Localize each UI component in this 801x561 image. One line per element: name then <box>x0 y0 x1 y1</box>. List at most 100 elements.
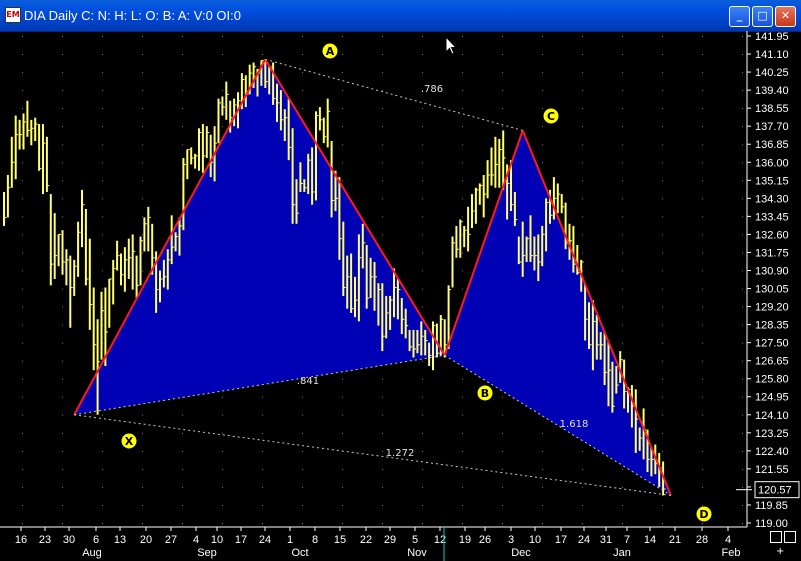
chart-scroll-left-button[interactable] <box>770 531 782 543</box>
pattern-point-label: D <box>699 508 708 521</box>
grid-dot <box>62 523 63 524</box>
date-axis-month-label: Feb <box>722 547 741 559</box>
grid-dot <box>222 396 223 398</box>
grid-dot <box>662 396 663 398</box>
grid-dot <box>702 234 703 236</box>
grid-dot <box>142 180 143 182</box>
ratio-line-ac <box>265 58 523 131</box>
chart-scroll-right-button[interactable] <box>784 531 796 543</box>
price-axis-label: 139.40 <box>755 85 789 97</box>
grid-dot <box>462 180 463 182</box>
grid-dot <box>702 216 703 218</box>
grid-dot <box>62 90 63 92</box>
grid-dot <box>742 468 743 470</box>
grid-dot <box>502 72 503 74</box>
grid-dot <box>142 450 143 452</box>
grid-dot <box>342 72 343 74</box>
grid-dot <box>462 216 463 218</box>
grid-dot <box>142 108 143 110</box>
grid-dot <box>662 270 663 272</box>
grid-dot <box>542 108 543 110</box>
grid-dot <box>742 54 743 56</box>
grid-dot <box>742 288 743 290</box>
ratio-label: .786 <box>421 84 443 95</box>
zoom-in-icon[interactable]: + <box>776 546 784 557</box>
grid-dot <box>662 216 663 218</box>
grid-dot <box>542 432 543 434</box>
grid-dot <box>502 486 503 488</box>
price-axis-label: 122.40 <box>755 446 789 458</box>
price-axis-label: 136.85 <box>755 139 789 151</box>
price-axis-label: 132.60 <box>755 229 789 241</box>
grid-dot <box>102 486 103 488</box>
maximize-button[interactable]: □ <box>752 6 773 27</box>
price-axis-label: 119.85 <box>755 500 788 512</box>
grid-dot <box>142 90 143 92</box>
date-axis-day-label: 8 <box>312 534 318 546</box>
grid-dot <box>622 144 623 146</box>
grid-dot <box>702 414 703 416</box>
grid-dot <box>422 468 423 470</box>
grid-dot <box>182 504 183 506</box>
grid-dot <box>462 432 463 434</box>
grid-dot <box>102 252 103 254</box>
grid-dot <box>382 216 383 218</box>
close-button[interactable]: ✕ <box>775 6 796 27</box>
price-chart[interactable]: .786 .841 1.618 1.272 X A B C D 141.95 141.10 140.2… <box>0 31 801 561</box>
title-bar[interactable]: EM DIA Daily C: N: H: L: O: B: A: V:0 OI… <box>0 0 801 32</box>
grid-dot <box>662 450 663 452</box>
grid-dot <box>662 288 663 290</box>
grid-dot <box>422 126 423 128</box>
grid-dot <box>262 486 263 488</box>
grid-dot <box>742 396 743 398</box>
grid-dot <box>382 432 383 434</box>
grid-dot <box>542 36 543 37</box>
grid-dot <box>742 36 743 37</box>
grid-dot <box>502 36 503 37</box>
grid-dot <box>462 54 463 56</box>
grid-dot <box>662 234 663 236</box>
date-axis-day-label: 21 <box>669 534 681 546</box>
price-axis-label: 137.70 <box>755 121 789 133</box>
grid-dot <box>62 342 63 344</box>
grid-dot <box>22 90 23 92</box>
grid-dot <box>22 523 23 524</box>
grid-dot <box>422 486 423 488</box>
grid-dot <box>302 523 303 524</box>
chart-app-icon[interactable]: EM <box>5 7 21 23</box>
date-axis-day-label: 20 <box>140 534 152 546</box>
grid-dot <box>542 468 543 470</box>
date-axis-day-label: 3 <box>508 534 514 546</box>
ratio-label: .841 <box>297 376 319 387</box>
grid-dot <box>462 36 463 37</box>
grid-dot <box>102 198 103 200</box>
date-axis-day-label: 10 <box>529 534 541 546</box>
grid-dot <box>542 90 543 92</box>
grid-dot <box>382 90 383 92</box>
grid-dot <box>622 288 623 290</box>
grid-dot <box>22 468 23 470</box>
grid-dot <box>62 486 63 488</box>
grid-dot <box>222 54 223 56</box>
grid-dot <box>62 378 63 380</box>
grid-dot <box>102 54 103 56</box>
grid-dot <box>102 414 103 416</box>
grid-dot <box>222 90 223 92</box>
grid-dot <box>462 90 463 92</box>
ratio-label: 1.618 <box>560 419 589 430</box>
minimize-button[interactable]: _ <box>729 6 750 27</box>
grid-dot <box>342 523 343 524</box>
grid-dot <box>742 144 743 146</box>
grid-dot <box>582 450 583 452</box>
grid-dot <box>462 108 463 110</box>
grid-dot <box>262 504 263 506</box>
grid-dot <box>382 198 383 200</box>
grid-dot <box>582 54 583 56</box>
grid-dot <box>62 198 63 200</box>
grid-dot <box>302 90 303 92</box>
grid-dot <box>462 504 463 506</box>
grid-dot <box>702 432 703 434</box>
grid-dot <box>662 36 663 37</box>
grid-dot <box>662 108 663 110</box>
grid-dot <box>302 432 303 434</box>
